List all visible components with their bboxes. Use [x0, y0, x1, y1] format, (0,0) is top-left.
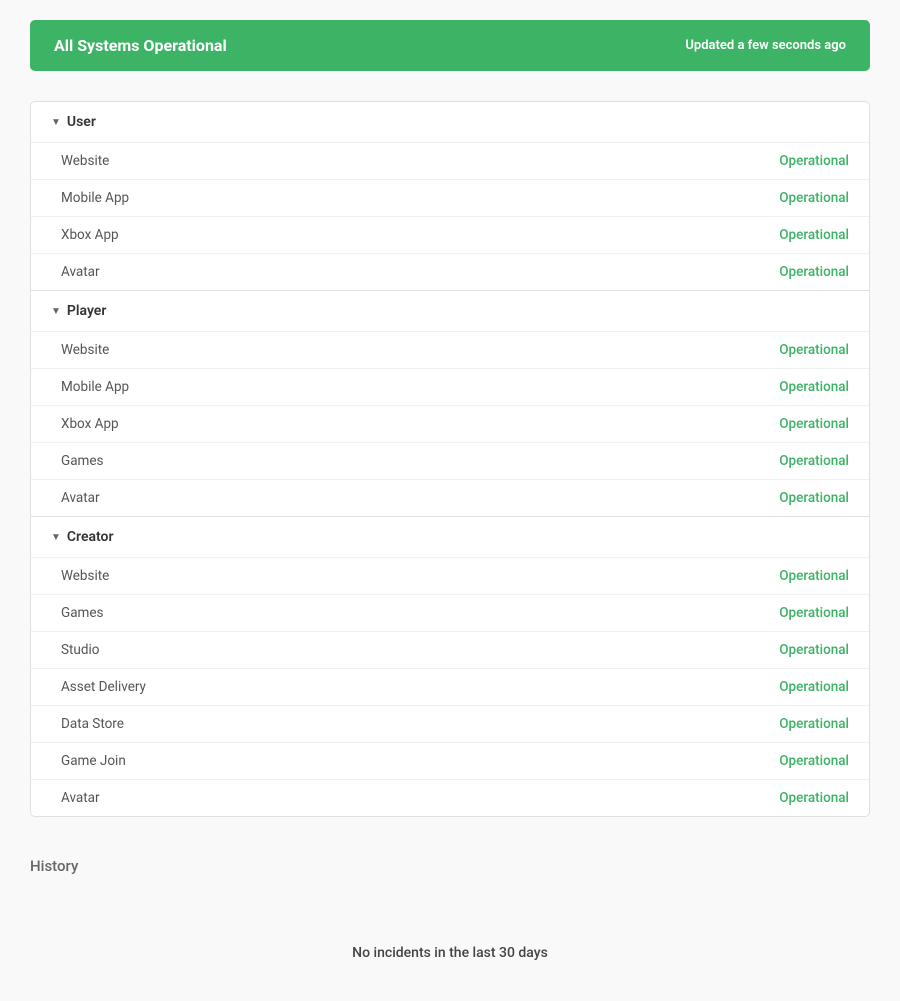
list-item: Asset Delivery Operational: [31, 668, 869, 705]
item-name: Website: [61, 153, 109, 169]
section-header-creator[interactable]: ▼ Creator: [31, 517, 869, 557]
item-status: Operational: [779, 153, 849, 169]
list-item: Avatar Operational: [31, 253, 869, 290]
section-header-user[interactable]: ▼ User: [31, 102, 869, 142]
section-user: ▼ User Website Operational Mobile App Operati…: [31, 102, 869, 291]
chevron-icon: ▼: [51, 306, 61, 317]
item-status: Operational: [779, 190, 849, 206]
item-name: Avatar: [61, 790, 100, 806]
item-name: Mobile App: [61, 190, 129, 206]
list-item: Mobile App Operational: [31, 368, 869, 405]
section-label: Creator: [67, 529, 114, 545]
list-item: Website Operational: [31, 142, 869, 179]
item-name: Website: [61, 342, 109, 358]
chevron-icon: ▼: [51, 117, 61, 128]
section-creator: ▼ Creator Website Operational Games Operation…: [31, 517, 869, 816]
section-player: ▼ Player Website Operational Mobile App Opera…: [31, 291, 869, 517]
item-name: Website: [61, 568, 109, 584]
item-name: Data Store: [61, 716, 124, 732]
item-name: Asset Delivery: [61, 679, 146, 695]
item-name: Studio: [61, 642, 99, 658]
item-status: Operational: [779, 264, 849, 280]
item-name: Avatar: [61, 264, 100, 280]
section-header-player[interactable]: ▼ Player: [31, 291, 869, 331]
list-item: Game Join Operational: [31, 742, 869, 779]
item-status: Operational: [779, 416, 849, 432]
item-status: Operational: [779, 605, 849, 621]
item-status: Operational: [779, 227, 849, 243]
list-item: Avatar Operational: [31, 479, 869, 516]
history-title: History: [30, 857, 870, 875]
item-status: Operational: [779, 679, 849, 695]
status-banner-title: All Systems Operational: [54, 36, 227, 55]
list-item: Games Operational: [31, 442, 869, 479]
list-item: Xbox App Operational: [31, 216, 869, 253]
status-banner: All Systems Operational Updated a few se…: [30, 20, 870, 71]
item-name: Xbox App: [61, 227, 119, 243]
item-status: Operational: [779, 568, 849, 584]
section-label: User: [67, 114, 96, 130]
item-status: Operational: [779, 342, 849, 358]
item-name: Mobile App: [61, 379, 129, 395]
item-name: Avatar: [61, 490, 100, 506]
list-item: Xbox App Operational: [31, 405, 869, 442]
chevron-icon: ▼: [51, 532, 61, 543]
item-status: Operational: [779, 490, 849, 506]
list-item: Mobile App Operational: [31, 179, 869, 216]
item-name: Game Join: [61, 753, 126, 769]
item-status: Operational: [779, 753, 849, 769]
list-item: Website Operational: [31, 557, 869, 594]
item-status: Operational: [779, 790, 849, 806]
item-name: Games: [61, 605, 104, 621]
list-item: Games Operational: [31, 594, 869, 631]
item-name: Xbox App: [61, 416, 119, 432]
item-status: Operational: [779, 453, 849, 469]
list-item: Data Store Operational: [31, 705, 869, 742]
item-status: Operational: [779, 379, 849, 395]
list-item: Website Operational: [31, 331, 869, 368]
status-banner-updated: Updated a few seconds ago: [685, 38, 846, 53]
no-incidents-message: No incidents in the last 30 days: [30, 905, 870, 981]
item-status: Operational: [779, 716, 849, 732]
section-label: Player: [67, 303, 106, 319]
list-item: Avatar Operational: [31, 779, 869, 816]
systems-container: ▼ User Website Operational Mobile App Operati…: [30, 101, 870, 817]
item-name: Games: [61, 453, 104, 469]
history-section: History No incidents in the last 30 days: [30, 857, 870, 981]
item-status: Operational: [779, 642, 849, 658]
list-item: Studio Operational: [31, 631, 869, 668]
